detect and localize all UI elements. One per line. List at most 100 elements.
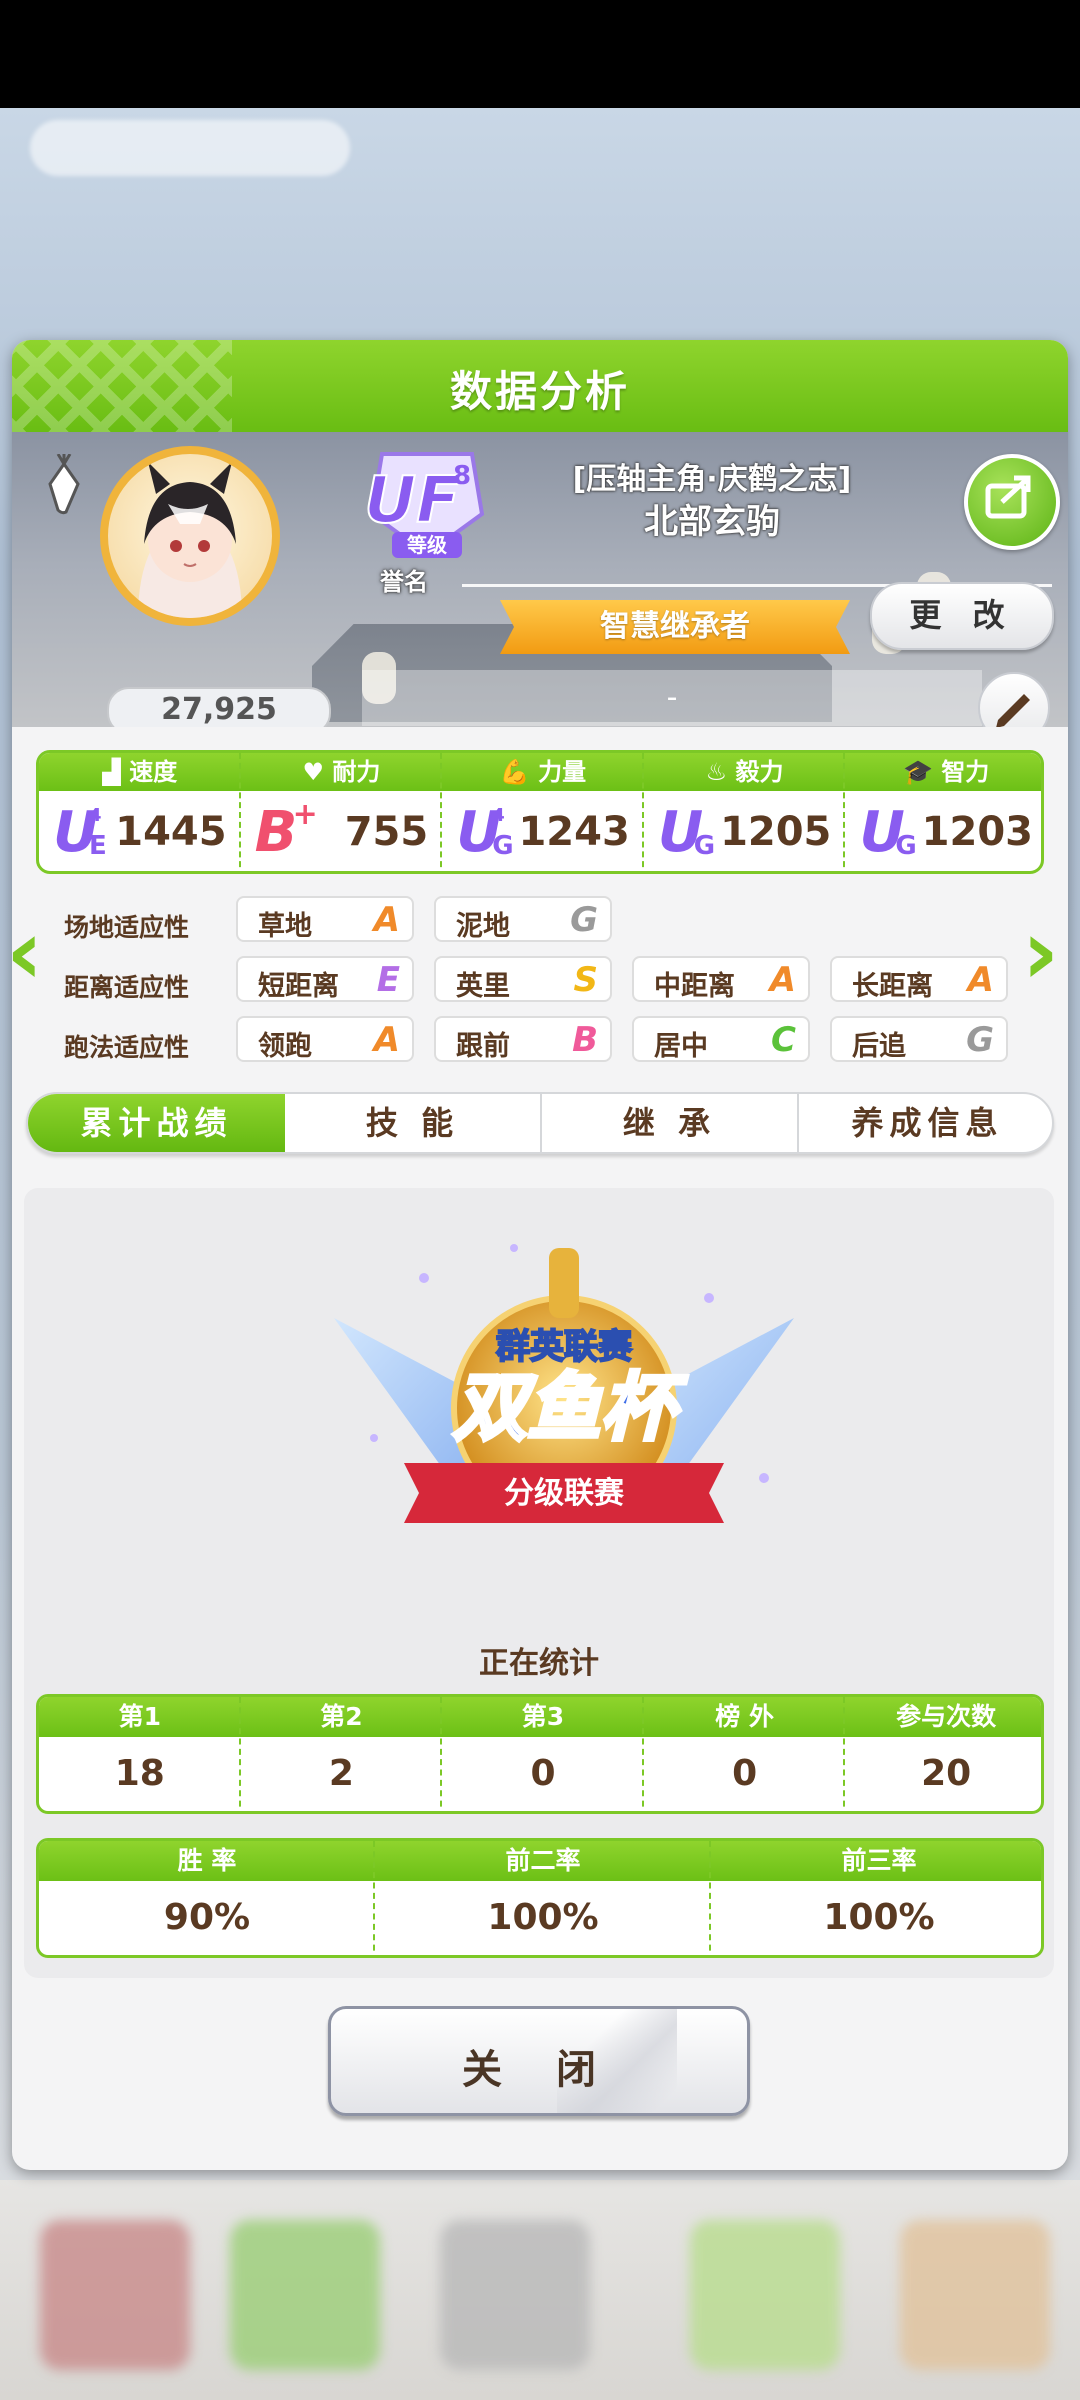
- aptitude-name: 后追: [852, 1031, 906, 1062]
- aptitude-mile: 英里 S: [434, 956, 612, 1002]
- blurred-bottom-menu: [0, 2180, 1080, 2400]
- aptitude-name: 草地: [258, 911, 312, 942]
- next-character-button[interactable]: ›: [1022, 908, 1062, 998]
- stat-label: 力量: [538, 758, 587, 786]
- aptitude-name: 长距离: [852, 971, 933, 1002]
- close-button[interactable]: 关 闭: [328, 2006, 750, 2116]
- change-title-button[interactable]: 更 改: [870, 582, 1054, 650]
- aptitude-name: 居中: [654, 1031, 708, 1062]
- heart-icon: ♥: [302, 758, 333, 786]
- tab-training-info[interactable]: 养成信息: [799, 1094, 1052, 1152]
- rate-table: 胜 率 90% 前二率 100% 前三率 100%: [36, 1838, 1044, 1958]
- graduation-cap-icon: 🎓: [903, 758, 942, 786]
- placement-label: 第3: [442, 1697, 644, 1737]
- aptitude-turf: 草地 A: [236, 896, 414, 942]
- stat-label: 智力: [941, 758, 990, 786]
- stat-speed: ▟ 速度 U 4 E 1445: [39, 753, 241, 871]
- stat-value: 1445: [115, 809, 227, 855]
- trainer-title: [压轴主角·庆鹤之志]: [572, 462, 852, 497]
- character-portrait[interactable]: [100, 446, 280, 686]
- previous-character-button[interactable]: ‹: [12, 908, 46, 998]
- aptitude-front: 领跑 A: [236, 1016, 414, 1062]
- placement-value: 18: [114, 1753, 165, 1794]
- aptitude-name: 泥地: [456, 911, 510, 942]
- rate-value: 90%: [163, 1897, 251, 1938]
- stat-grade-sub-top: 4: [89, 805, 102, 826]
- stat-label: 速度: [129, 758, 178, 786]
- stat-grade-sub: E: [89, 831, 107, 861]
- aptitude-grade: G: [570, 900, 598, 940]
- stat-grade-sub-top: 4: [492, 805, 505, 826]
- stat-guts: ♨ 毅力 U G 1205: [643, 753, 846, 871]
- placement-table: 第1 18 第2 2 第3 0 榜 外0 参与次数 20: [36, 1694, 1044, 1814]
- tab-race-record[interactable]: 累计战绩: [28, 1094, 285, 1152]
- rate-value: 100%: [823, 1897, 935, 1938]
- aptitude-grade: A: [373, 1020, 400, 1060]
- aptitude-grade: E: [376, 960, 400, 1000]
- stat-stamina: ♥ 耐力 B + 755: [240, 753, 443, 871]
- stat-grade-sub: G: [693, 831, 716, 861]
- stat-grade-sub: G: [895, 831, 917, 861]
- distance-aptitude-label: 距离适应性: [64, 973, 190, 1002]
- win-rate: 胜 率 90%: [39, 1841, 375, 1955]
- aptitude-name: 短距离: [258, 971, 339, 1002]
- aptitude-name: 跟前: [456, 1031, 510, 1062]
- aptitude-pace: 跟前 B: [434, 1016, 612, 1062]
- rate-label: 前二率: [375, 1841, 711, 1881]
- aptitude-grade: C: [771, 1020, 796, 1060]
- placement-2nd: 第2 2: [240, 1697, 443, 1811]
- close-button-label: 关 闭: [462, 2047, 616, 2093]
- emblem-main-text: 双鱼杯: [453, 1365, 688, 1451]
- aptitude-grade: A: [769, 960, 796, 1000]
- stat-wisdom: 🎓 智力 U G 1203: [845, 753, 1041, 871]
- edit-motto-button[interactable]: [978, 672, 1050, 727]
- stat-value: 1203: [921, 809, 1033, 855]
- aptitude-end: 后追 G: [830, 1016, 1008, 1062]
- share-button[interactable]: [964, 454, 1060, 550]
- aptitude-name: 领跑: [258, 1031, 312, 1062]
- aptitude-grade: G: [966, 1020, 994, 1060]
- stat-value: 755: [344, 809, 429, 855]
- aptitude-grade: A: [373, 900, 400, 940]
- placement-label: 第1: [39, 1697, 241, 1737]
- emblem-top-text: 群英联赛: [496, 1327, 633, 1367]
- tab-inheritance[interactable]: 继 承: [542, 1094, 799, 1152]
- tab-skills[interactable]: 技 能: [285, 1094, 542, 1152]
- tab-bar: 累计战绩 技 能 继 承 养成信息: [26, 1092, 1054, 1154]
- aptitude-name: 英里: [456, 971, 510, 1002]
- aptitude-grade: S: [573, 960, 599, 1000]
- placement-label: 第2: [240, 1697, 443, 1737]
- shoe-icon: ▟: [102, 758, 130, 786]
- stat-grade-sub: G: [492, 831, 514, 861]
- placement-3rd: 第3 0: [442, 1697, 644, 1811]
- trainer-name: 北部玄驹: [644, 502, 780, 542]
- aptitude-sprint: 短距离 E: [236, 956, 414, 1002]
- aptitude-grade: B: [572, 1020, 598, 1060]
- rank-grade-text: UF: [364, 464, 460, 538]
- aptitude-name: 中距离: [654, 971, 735, 1002]
- share-icon: [985, 475, 1031, 519]
- stat-grade-sub-top: +: [292, 797, 318, 832]
- fan-count: 27,925: [107, 687, 331, 727]
- placement-value: 0: [732, 1753, 758, 1794]
- honor-label: 誉名: [380, 568, 428, 596]
- carrot-icon: [48, 454, 80, 515]
- data-analysis-dialog: 数据分析 27,925 UF 8 等级 誉名 [压轴主角·庆鹤之志] 北部玄驹 …: [12, 340, 1068, 2170]
- placement-label: 榜 外: [643, 1697, 846, 1737]
- dialog-title: 数据分析: [449, 367, 630, 416]
- stat-value: 1243: [518, 809, 630, 855]
- placement-1st: 第1 18: [39, 1697, 241, 1811]
- top3-rate: 前三率 100%: [711, 1841, 1041, 1955]
- rate-value: 100%: [487, 1897, 599, 1938]
- placement-label: 参与次数: [845, 1697, 1041, 1737]
- rate-label: 前三率: [711, 1841, 1041, 1881]
- title-badge: 智慧继承者: [500, 600, 850, 654]
- aptitude-medium: 中距离 A: [632, 956, 810, 1002]
- placement-value: 20: [921, 1753, 972, 1794]
- aptitude-dirt: 泥地 G: [434, 896, 612, 942]
- message-line-1: 正在统计: [479, 1646, 599, 1681]
- chevron-left-icon: ‹: [12, 900, 43, 1005]
- placement-unplaced: 榜 外 0: [643, 1697, 846, 1811]
- stat-label: 耐力: [332, 758, 381, 786]
- stats-table: ▟ 速度 U 4 E 1445 ♥ 耐力 B + 755 💪 力量 U 4 G …: [36, 750, 1044, 874]
